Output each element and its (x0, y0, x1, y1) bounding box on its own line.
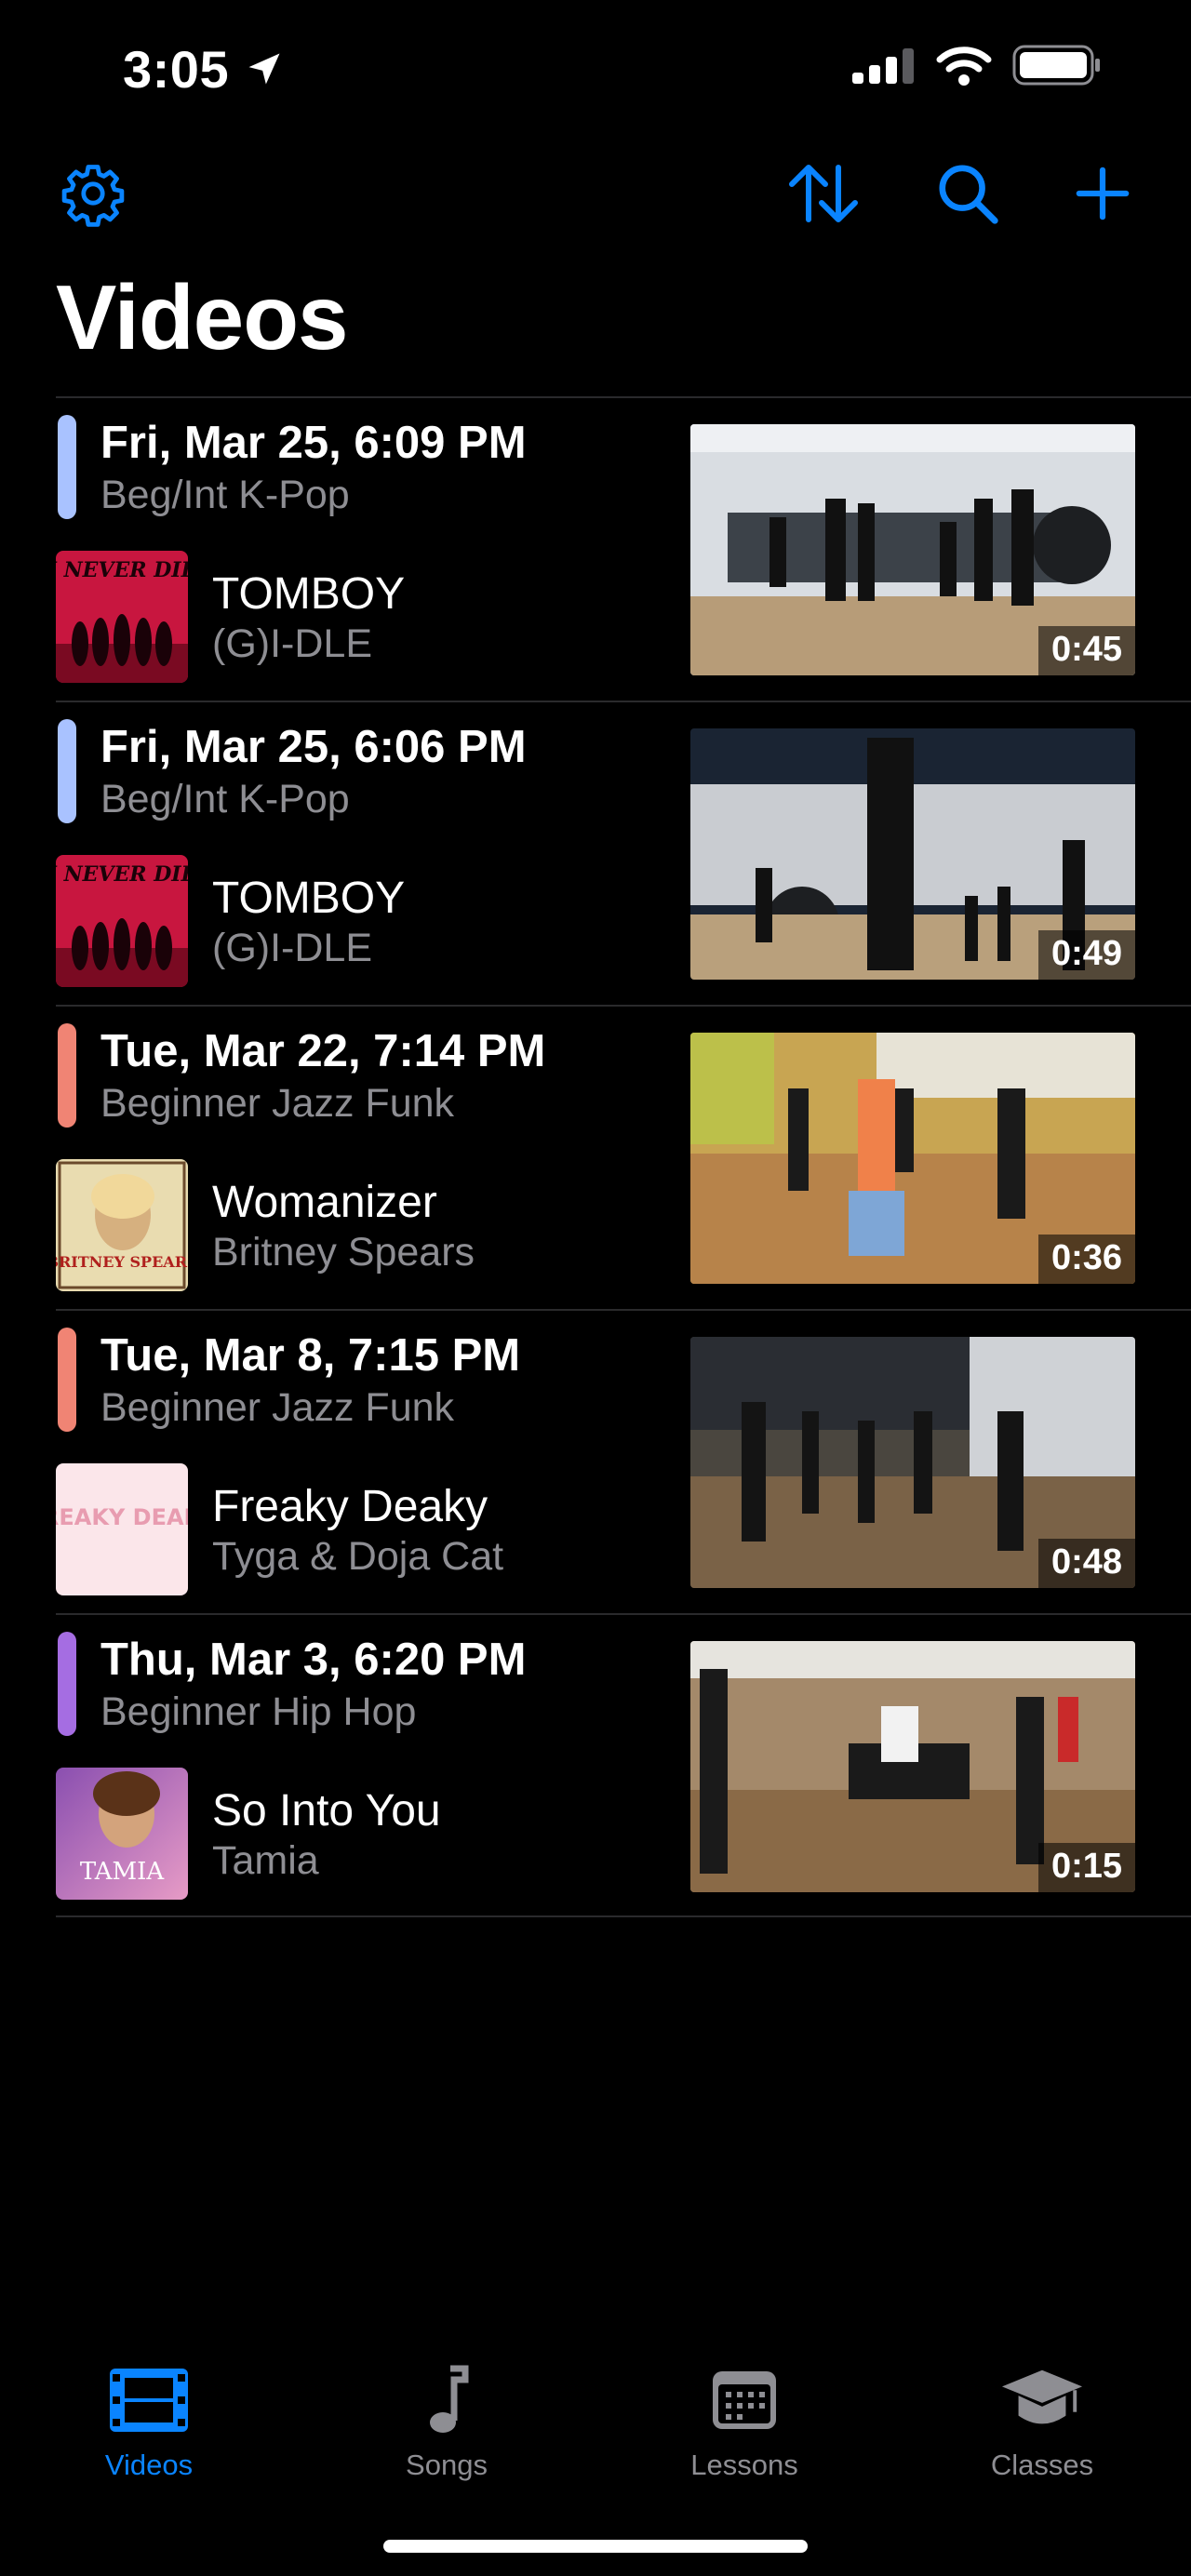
class-name: Beginner Jazz Funk (100, 1385, 455, 1430)
video-row[interactable]: Thu, Mar 3, 6:20 PM Beginner Hip Hop TAM… (56, 1613, 1191, 1917)
video-date: Tue, Mar 22, 7:14 PM (100, 1026, 546, 1076)
battery-icon (1012, 45, 1100, 86)
song-title: TOMBOY (212, 874, 406, 923)
video-row[interactable]: Fri, Mar 25, 6:06 PM Beg/Int K-Pop I NEV… (56, 701, 1191, 1005)
song-title: TOMBOY (212, 569, 406, 619)
tab-bar: Videos Songs Lessons Classes (0, 2344, 1191, 2493)
album-text: I NEVER DIE (56, 862, 188, 887)
album-art: FREAKY DEAKY (56, 1463, 188, 1595)
video-thumbnail[interactable]: 0:45 (690, 424, 1135, 675)
album-text: BRITNEY SPEARS (56, 1253, 188, 1271)
graduation-cap-icon (1001, 2369, 1083, 2424)
tab-classes[interactable]: Classes (893, 2344, 1191, 2493)
tab-songs[interactable]: Songs (298, 2344, 596, 2493)
settings-button[interactable] (51, 152, 135, 235)
song-artist: (G)I-DLE (212, 621, 372, 666)
video-thumbnail[interactable]: 0:15 (690, 1641, 1135, 1892)
tab-lessons[interactable]: Lessons (596, 2344, 893, 2493)
class-name: Beg/Int K-Pop (100, 777, 350, 821)
album-art: BRITNEY SPEARS (56, 1159, 188, 1291)
search-button[interactable] (926, 152, 1010, 235)
class-color-bar (58, 1328, 76, 1432)
video-thumbnail[interactable]: 0:48 (690, 1337, 1135, 1588)
album-art: I NEVER DIE (56, 551, 188, 683)
class-name: Beginner Jazz Funk (100, 1081, 455, 1126)
tab-label: Songs (406, 2449, 488, 2481)
status-indicators (852, 45, 1102, 86)
album-art: TAMIA (56, 1768, 188, 1900)
video-date: Fri, Mar 25, 6:09 PM (100, 418, 527, 468)
song-title: Freaky Deaky (212, 1482, 488, 1531)
class-name: Beginner Hip Hop (100, 1689, 417, 1734)
tab-label: Classes (990, 2449, 1094, 2481)
sort-arrows-icon (789, 165, 858, 222)
video-date: Thu, Mar 3, 6:20 PM (100, 1635, 527, 1685)
tab-label: Lessons (690, 2449, 798, 2481)
sort-button[interactable] (782, 152, 865, 235)
status-time: 3:05 (123, 40, 230, 99)
video-duration: 0:36 (1037, 1235, 1135, 1284)
location-arrow-icon (248, 53, 280, 85)
video-duration: 0:49 (1037, 930, 1135, 980)
tab-videos[interactable]: Videos (0, 2344, 298, 2493)
page-title: Videos (56, 266, 349, 368)
class-color-bar (58, 415, 76, 519)
song-artist: Tamia (212, 1838, 319, 1883)
video-row[interactable]: Fri, Mar 25, 6:09 PM Beg/Int K-Pop I NEV… (56, 396, 1191, 701)
video-duration: 0:15 (1037, 1843, 1135, 1892)
song-title: Womanizer (212, 1178, 437, 1227)
video-duration: 0:45 (1037, 626, 1135, 675)
add-button[interactable] (1061, 152, 1144, 235)
music-note-icon (430, 2365, 469, 2433)
album-art: I NEVER DIE (56, 855, 188, 987)
song-title: So Into You (212, 1786, 441, 1835)
film-icon (110, 2369, 188, 2432)
song-artist: (G)I-DLE (212, 926, 372, 970)
album-text: I NEVER DIE (56, 558, 188, 582)
home-indicator (383, 2540, 808, 2553)
class-color-bar (58, 1632, 76, 1736)
song-artist: Britney Spears (212, 1230, 475, 1275)
video-thumbnail[interactable]: 0:36 (690, 1033, 1135, 1284)
album-text: TAMIA (80, 1858, 166, 1886)
gear-icon (61, 165, 125, 227)
video-row[interactable]: Tue, Mar 8, 7:15 PM Beginner Jazz Funk F… (56, 1309, 1191, 1613)
signal-icon (852, 48, 914, 84)
video-duration: 0:48 (1037, 1539, 1135, 1588)
class-color-bar (58, 719, 76, 823)
wifi-icon (936, 47, 992, 86)
video-list: Fri, Mar 25, 6:09 PM Beg/Int K-Pop I NEV… (56, 396, 1191, 1917)
class-name: Beg/Int K-Pop (100, 473, 350, 517)
class-color-bar (58, 1023, 76, 1128)
video-thumbnail[interactable]: 0:49 (690, 728, 1135, 980)
video-row[interactable]: Tue, Mar 22, 7:14 PM Beginner Jazz Funk … (56, 1005, 1191, 1309)
album-text: FREAKY DEAKY (56, 1504, 188, 1530)
calendar-icon (713, 2371, 776, 2429)
song-artist: Tyga & Doja Cat (212, 1534, 504, 1579)
video-date: Fri, Mar 25, 6:06 PM (100, 722, 527, 772)
search-icon (939, 165, 998, 224)
video-date: Tue, Mar 8, 7:15 PM (100, 1330, 521, 1381)
plus-icon (1076, 167, 1130, 220)
tab-label: Videos (104, 2449, 194, 2481)
